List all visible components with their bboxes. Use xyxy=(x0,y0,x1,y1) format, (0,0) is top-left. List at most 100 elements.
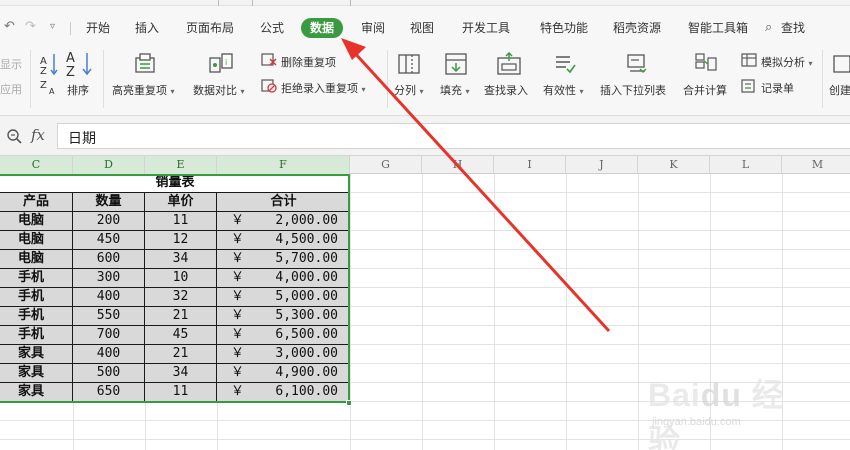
dropdown-list-icon[interactable] xyxy=(625,52,649,76)
consolidate-button[interactable]: 合并计算 xyxy=(683,82,727,98)
svg-text:A: A xyxy=(49,87,55,96)
ribbon-divider xyxy=(103,50,104,108)
menu-view[interactable]: 视图 xyxy=(410,18,434,38)
simulate-analysis-button[interactable]: 模拟分析 ▾ xyxy=(761,54,813,70)
create-button-cut[interactable]: 创建 xyxy=(829,82,850,98)
chevron-down-icon: ▾ xyxy=(240,87,245,96)
menu-formula[interactable]: 公式 xyxy=(260,18,284,38)
chevron-down-icon: ▾ xyxy=(419,87,424,96)
column-header-m[interactable]: M xyxy=(782,156,850,174)
chevron-down-icon: ▾ xyxy=(579,87,584,96)
validity-button[interactable]: 有效性 ▾ xyxy=(543,82,584,98)
fx-icon[interactable]: fx xyxy=(31,126,45,144)
chevron-down-icon: ▾ xyxy=(808,59,813,68)
baidu-watermark: Baidu 经验 jingyan.baidu.com xyxy=(640,370,810,450)
svg-text:i: i xyxy=(225,58,227,67)
record-form-icon[interactable] xyxy=(741,79,757,93)
column-header-d[interactable]: D xyxy=(73,156,145,174)
svg-text:Z: Z xyxy=(40,80,47,91)
watermark-logo: Baidu 经验 xyxy=(648,377,785,450)
menu-page-layout[interactable]: 页面布局 xyxy=(186,18,234,38)
app-window: ↶ ↷ ▿ 开始 插入 页面布局 公式 数据 审阅 视图 开发工具 特色功能 稻… xyxy=(0,0,850,450)
ribbon-divider xyxy=(387,50,388,108)
menu-bar: ↶ ↷ ▿ 开始 插入 页面布局 公式 数据 审阅 视图 开发工具 特色功能 稻… xyxy=(0,6,850,44)
menu-special[interactable]: 特色功能 xyxy=(540,18,588,38)
column-header-k[interactable]: K xyxy=(638,156,710,174)
validity-label: 有效性 xyxy=(543,84,576,97)
column-header-c[interactable]: C xyxy=(0,156,73,174)
data-compare-button[interactable]: 数据对比 ▾ xyxy=(193,82,245,98)
create-group-icon[interactable] xyxy=(832,52,850,76)
zoom-search-icon[interactable] xyxy=(6,128,22,144)
validity-icon[interactable] xyxy=(553,52,577,76)
highlight-duplicates-icon[interactable] xyxy=(133,52,157,76)
sort-button[interactable]: 排序 xyxy=(67,82,89,98)
menu-smart-toolbox[interactable]: 智能工具箱 xyxy=(688,18,748,38)
lookup-entry-button[interactable]: 查找录入 xyxy=(484,82,528,98)
grid-line xyxy=(422,174,423,450)
insert-dropdown-list-button[interactable]: 插入下拉列表 xyxy=(600,82,666,98)
redo-icon[interactable]: ↷ xyxy=(25,20,36,34)
fill-button[interactable]: 填充 ▾ xyxy=(440,82,470,98)
fill-icon[interactable] xyxy=(444,52,468,76)
remove-duplicates-icon[interactable] xyxy=(261,53,277,67)
grid-line xyxy=(350,174,351,450)
simulate-analysis-label: 模拟分析 xyxy=(761,56,805,69)
sort-ascending-icon[interactable]: A Z Z A xyxy=(38,50,60,96)
chevron-down-icon: ▾ xyxy=(361,85,366,94)
reject-duplicates-button[interactable]: 拒绝录入重复项 ▾ xyxy=(281,80,366,96)
column-header-e[interactable]: E xyxy=(145,156,217,174)
reject-duplicates-label: 拒绝录入重复项 xyxy=(281,82,358,95)
svg-text:Z: Z xyxy=(66,65,75,78)
data-compare-icon[interactable]: i xyxy=(208,52,234,76)
ribbon-divider xyxy=(30,50,31,108)
split-columns-icon[interactable] xyxy=(397,52,421,76)
lookup-entry-icon[interactable] xyxy=(496,52,522,76)
consolidate-icon[interactable] xyxy=(694,52,718,76)
selection-border xyxy=(0,174,350,403)
chevron-down-icon: ▾ xyxy=(170,87,175,96)
reject-duplicates-icon[interactable] xyxy=(261,79,277,93)
grid-line xyxy=(494,174,495,450)
quick-access-dropdown-icon[interactable]: ▿ xyxy=(50,20,55,34)
fill-label: 填充 xyxy=(440,84,462,97)
column-header-j[interactable]: J xyxy=(566,156,638,174)
record-form-button[interactable]: 记录单 xyxy=(761,80,794,96)
column-header-g[interactable]: G xyxy=(350,156,422,174)
apply-button-cut[interactable]: 应用 xyxy=(0,81,22,97)
undo-icon[interactable]: ↶ xyxy=(4,20,15,34)
menu-home[interactable]: 开始 xyxy=(86,18,110,38)
sort-descending-icon[interactable]: A Z xyxy=(66,50,94,78)
column-header-h[interactable]: H xyxy=(422,156,494,174)
menu-developer[interactable]: 开发工具 xyxy=(462,18,510,38)
column-header-f[interactable]: F xyxy=(217,156,350,174)
chevron-down-icon: ▾ xyxy=(465,87,470,96)
formula-value: 日期 xyxy=(68,131,96,147)
search-icon[interactable]: ⌕ xyxy=(765,18,772,38)
data-compare-label: 数据对比 xyxy=(193,84,237,97)
menu-data[interactable]: 数据 xyxy=(301,18,344,38)
formula-input[interactable]: 日期 xyxy=(57,123,850,149)
column-header-l[interactable]: L xyxy=(710,156,782,174)
search-button[interactable]: 查找 xyxy=(781,18,805,38)
column-header-i[interactable]: I xyxy=(494,156,566,174)
simulate-analysis-icon[interactable] xyxy=(741,53,757,67)
svg-text:Z: Z xyxy=(40,66,47,77)
svg-text:A: A xyxy=(66,51,75,66)
grid-line xyxy=(566,174,567,450)
show-button-cut[interactable]: 显示 xyxy=(0,56,22,72)
fill-handle[interactable] xyxy=(346,400,352,406)
highlight-duplicates-button[interactable]: 高亮重复项 ▾ xyxy=(112,82,175,98)
ribbon-toolbar: 显示 应用 A Z Z A A Z 排序 高亮重复项 ▾ i 数据对比 ▾ 删除… xyxy=(0,44,850,116)
remove-duplicates-button[interactable]: 删除重复项 xyxy=(281,54,336,70)
column-header-bar: C D E F G H I J K L M xyxy=(0,156,850,174)
menu-divider xyxy=(70,22,71,35)
split-button[interactable]: 分列 ▾ xyxy=(394,82,424,98)
watermark-url: jingyan.baidu.com xyxy=(652,416,741,428)
menu-insert[interactable]: 插入 xyxy=(135,18,159,38)
split-label: 分列 xyxy=(394,84,416,97)
menu-review[interactable]: 审阅 xyxy=(361,18,385,38)
menu-docer[interactable]: 稻壳资源 xyxy=(613,18,661,38)
highlight-duplicates-label: 高亮重复项 xyxy=(112,84,167,97)
ribbon-divider xyxy=(822,50,823,108)
